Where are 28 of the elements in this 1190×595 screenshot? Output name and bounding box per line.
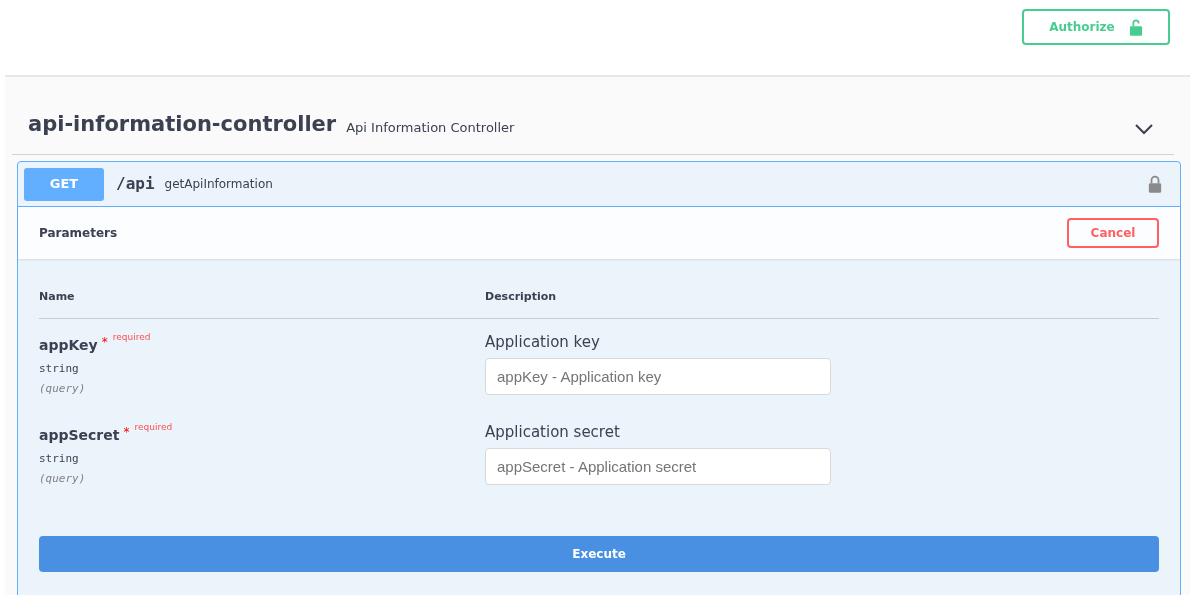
tag-description: Api Information Controller <box>346 118 515 137</box>
input-field[interactable]: appKey - Application key <box>485 358 831 395</box>
lock-icon <box>1128 18 1143 36</box>
operation-path: /api <box>116 173 155 195</box>
cancel-button[interactable]: Cancel <box>1067 218 1159 248</box>
column-header: Description <box>485 289 557 305</box>
parameters-title: Parameters <box>39 225 118 242</box>
method-badge: GET <box>24 167 104 201</box>
tag-title[interactable]: api-information-controller <box>28 108 337 140</box>
parameter-name: appSecret <box>39 425 120 445</box>
chevron-down-icon[interactable] <box>1134 123 1154 135</box>
column-header: Name <box>39 289 76 305</box>
parameter-location: (query) <box>39 471 87 487</box>
parameter-type: string <box>39 360 80 377</box>
parameter-location: (query) <box>39 381 87 397</box>
parameter-description: Application key <box>485 331 601 353</box>
parameter-description: Application secret <box>485 421 621 443</box>
parameter-type: string <box>39 450 80 467</box>
required-label: required <box>112 330 151 344</box>
required-label: required <box>134 420 173 434</box>
input-field[interactable]: appSecret - Application secret <box>485 448 831 485</box>
parameter-name: appKey <box>39 335 98 355</box>
execute-button[interactable]: Execute <box>39 535 1159 572</box>
authorize-button[interactable]: Authorize <box>1022 9 1170 45</box>
required-asterisk: * <box>123 423 130 441</box>
lock-icon <box>1148 175 1162 193</box>
required-asterisk: * <box>101 333 108 351</box>
operation-summary-text: getApiInformation <box>164 176 273 193</box>
